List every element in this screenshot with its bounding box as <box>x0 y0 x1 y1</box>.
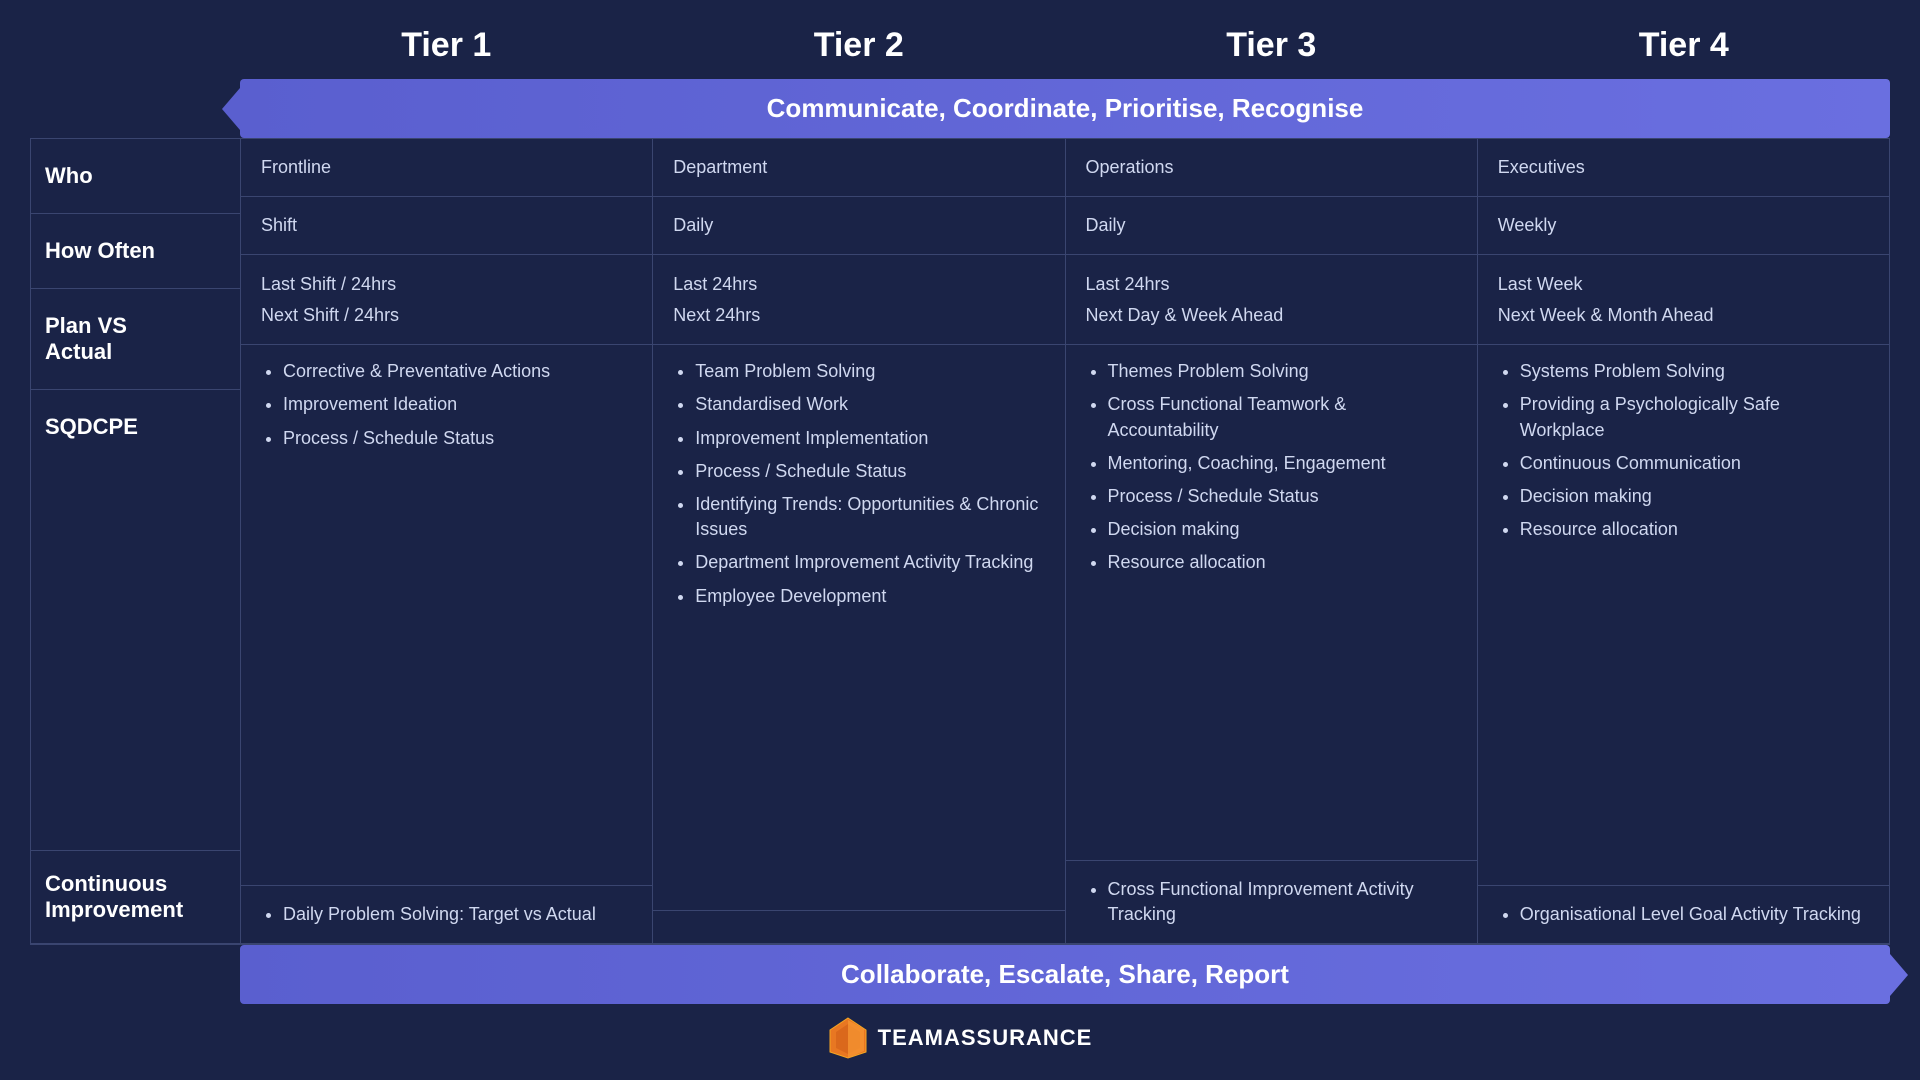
list-item: Daily Problem Solving: Target vs Actual <box>283 902 632 927</box>
tier1-how-often: Shift <box>241 197 652 255</box>
tier3-plan: Last 24hrs Next Day & Week Ahead <box>1066 255 1477 345</box>
list-item: Improvement Ideation <box>283 392 632 417</box>
tier-header-row: Tier 1 Tier 2 Tier 3 Tier 4 <box>30 20 1890 71</box>
list-item: Resource allocation <box>1520 517 1869 542</box>
logo-assurance: ASSURANCE <box>944 1025 1092 1050</box>
tier1-col: Frontline Shift Last Shift / 24hrs Next … <box>241 139 653 944</box>
tiers-grid: Frontline Shift Last Shift / 24hrs Next … <box>240 138 1890 945</box>
label-who: Who <box>31 139 240 214</box>
tier4-continuous: Organisational Level Goal Activity Track… <box>1478 886 1889 944</box>
tier2-who: Department <box>653 139 1064 197</box>
tier-headers: Tier 1 Tier 2 Tier 3 Tier 4 <box>240 20 1890 71</box>
tier3-header: Tier 3 <box>1065 20 1478 71</box>
label-continuous: ContinuousImprovement <box>31 851 240 944</box>
tier4-plan: Last Week Next Week & Month Ahead <box>1478 255 1889 345</box>
tier1-sqdcpe: Corrective & Preventative Actions Improv… <box>241 345 652 886</box>
tier3-who: Operations <box>1066 139 1477 197</box>
tier1-continuous: Daily Problem Solving: Target vs Actual <box>241 886 652 944</box>
tier1-plan-next: Next Shift / 24hrs <box>261 300 632 331</box>
list-item: Providing a Psychologically Safe Workpla… <box>1520 392 1869 442</box>
tier1-who: Frontline <box>241 139 652 197</box>
collaborate-banner: Collaborate, Escalate, Share, Report <box>240 945 1890 1004</box>
logo-text: TEAMASSURANCE <box>878 1025 1093 1051</box>
list-item: Decision making <box>1108 517 1457 542</box>
tier3-continuous-list: Cross Functional Improvement Activity Tr… <box>1086 877 1457 927</box>
tier4-header: Tier 4 <box>1478 20 1891 71</box>
tier4-continuous-list: Organisational Level Goal Activity Track… <box>1498 902 1869 927</box>
tier3-sqdcpe: Themes Problem Solving Cross Functional … <box>1066 345 1477 860</box>
communicate-text: Communicate, Coordinate, Prioritise, Rec… <box>260 93 1870 124</box>
tier3-col: Operations Daily Last 24hrs Next Day & W… <box>1066 139 1478 944</box>
label-how-often: How Often <box>31 214 240 289</box>
list-item: Standardised Work <box>695 392 1044 417</box>
list-item: Systems Problem Solving <box>1520 359 1869 384</box>
label-plan-vs: Plan VSActual <box>31 289 240 390</box>
tier1-plan-last: Last Shift / 24hrs <box>261 269 632 300</box>
tier3-how-often: Daily <box>1066 197 1477 255</box>
tier2-sqdcpe-list: Team Problem Solving Standardised Work I… <box>673 359 1044 609</box>
tier-spacer <box>30 20 240 71</box>
tier4-plan-next: Next Week & Month Ahead <box>1498 300 1869 331</box>
tier4-sqdcpe: Systems Problem Solving Providing a Psyc… <box>1478 345 1889 886</box>
list-item: Cross Functional Teamwork & Accountabili… <box>1108 392 1457 442</box>
list-item: Process / Schedule Status <box>1108 484 1457 509</box>
list-item: Process / Schedule Status <box>283 426 632 451</box>
tier3-plan-next: Next Day & Week Ahead <box>1086 300 1457 331</box>
label-sqdcpe: SQDCPE <box>31 390 240 851</box>
tier1-header: Tier 1 <box>240 20 653 71</box>
tier3-continuous: Cross Functional Improvement Activity Tr… <box>1066 861 1477 944</box>
list-item: Continuous Communication <box>1520 451 1869 476</box>
tier2-plan-next: Next 24hrs <box>673 300 1044 331</box>
tier3-plan-last: Last 24hrs <box>1086 269 1457 300</box>
tier3-sqdcpe-list: Themes Problem Solving Cross Functional … <box>1086 359 1457 575</box>
tier2-plan: Last 24hrs Next 24hrs <box>653 255 1064 345</box>
tier4-col: Executives Weekly Last Week Next Week & … <box>1478 139 1889 944</box>
tier2-header: Tier 2 <box>653 20 1066 71</box>
tier2-how-often: Daily <box>653 197 1064 255</box>
list-item: Department Improvement Activity Tracking <box>695 550 1044 575</box>
tier2-plan-last: Last 24hrs <box>673 269 1044 300</box>
list-item: Themes Problem Solving <box>1108 359 1457 384</box>
list-item: Identifying Trends: Opportunities & Chro… <box>695 492 1044 542</box>
list-item: Mentoring, Coaching, Engagement <box>1108 451 1457 476</box>
communicate-banner: Communicate, Coordinate, Prioritise, Rec… <box>240 79 1890 138</box>
teamassurance-logo-icon <box>828 1016 868 1060</box>
tier1-sqdcpe-list: Corrective & Preventative Actions Improv… <box>261 359 632 451</box>
tier4-how-often: Weekly <box>1478 197 1889 255</box>
list-item: Organisational Level Goal Activity Track… <box>1520 902 1869 927</box>
footer-logo: TEAMASSURANCE <box>828 1016 1093 1060</box>
tier2-sqdcpe: Team Problem Solving Standardised Work I… <box>653 345 1064 911</box>
collaborate-text: Collaborate, Escalate, Share, Report <box>260 959 1870 990</box>
tier2-continuous <box>653 911 1064 944</box>
banner-arrow-right <box>1884 947 1908 1003</box>
list-item: Corrective & Preventative Actions <box>283 359 632 384</box>
tier2-col: Department Daily Last 24hrs Next 24hrs T… <box>653 139 1065 944</box>
banner-arrow-left <box>222 81 246 137</box>
list-item: Resource allocation <box>1108 550 1457 575</box>
logo-team: TEAM <box>878 1025 944 1050</box>
tier1-plan: Last Shift / 24hrs Next Shift / 24hrs <box>241 255 652 345</box>
list-item: Improvement Implementation <box>695 426 1044 451</box>
list-item: Process / Schedule Status <box>695 459 1044 484</box>
tier1-continuous-list: Daily Problem Solving: Target vs Actual <box>261 902 632 927</box>
row-labels: Who How Often Plan VSActual SQDCPE Conti… <box>30 138 240 945</box>
main-content: Who How Often Plan VSActual SQDCPE Conti… <box>30 138 1890 945</box>
list-item: Team Problem Solving <box>695 359 1044 384</box>
list-item: Employee Development <box>695 584 1044 609</box>
list-item: Decision making <box>1520 484 1869 509</box>
tier4-sqdcpe-list: Systems Problem Solving Providing a Psyc… <box>1498 359 1869 542</box>
tier4-plan-last: Last Week <box>1498 269 1869 300</box>
tier4-who: Executives <box>1478 139 1889 197</box>
list-item: Cross Functional Improvement Activity Tr… <box>1108 877 1457 927</box>
